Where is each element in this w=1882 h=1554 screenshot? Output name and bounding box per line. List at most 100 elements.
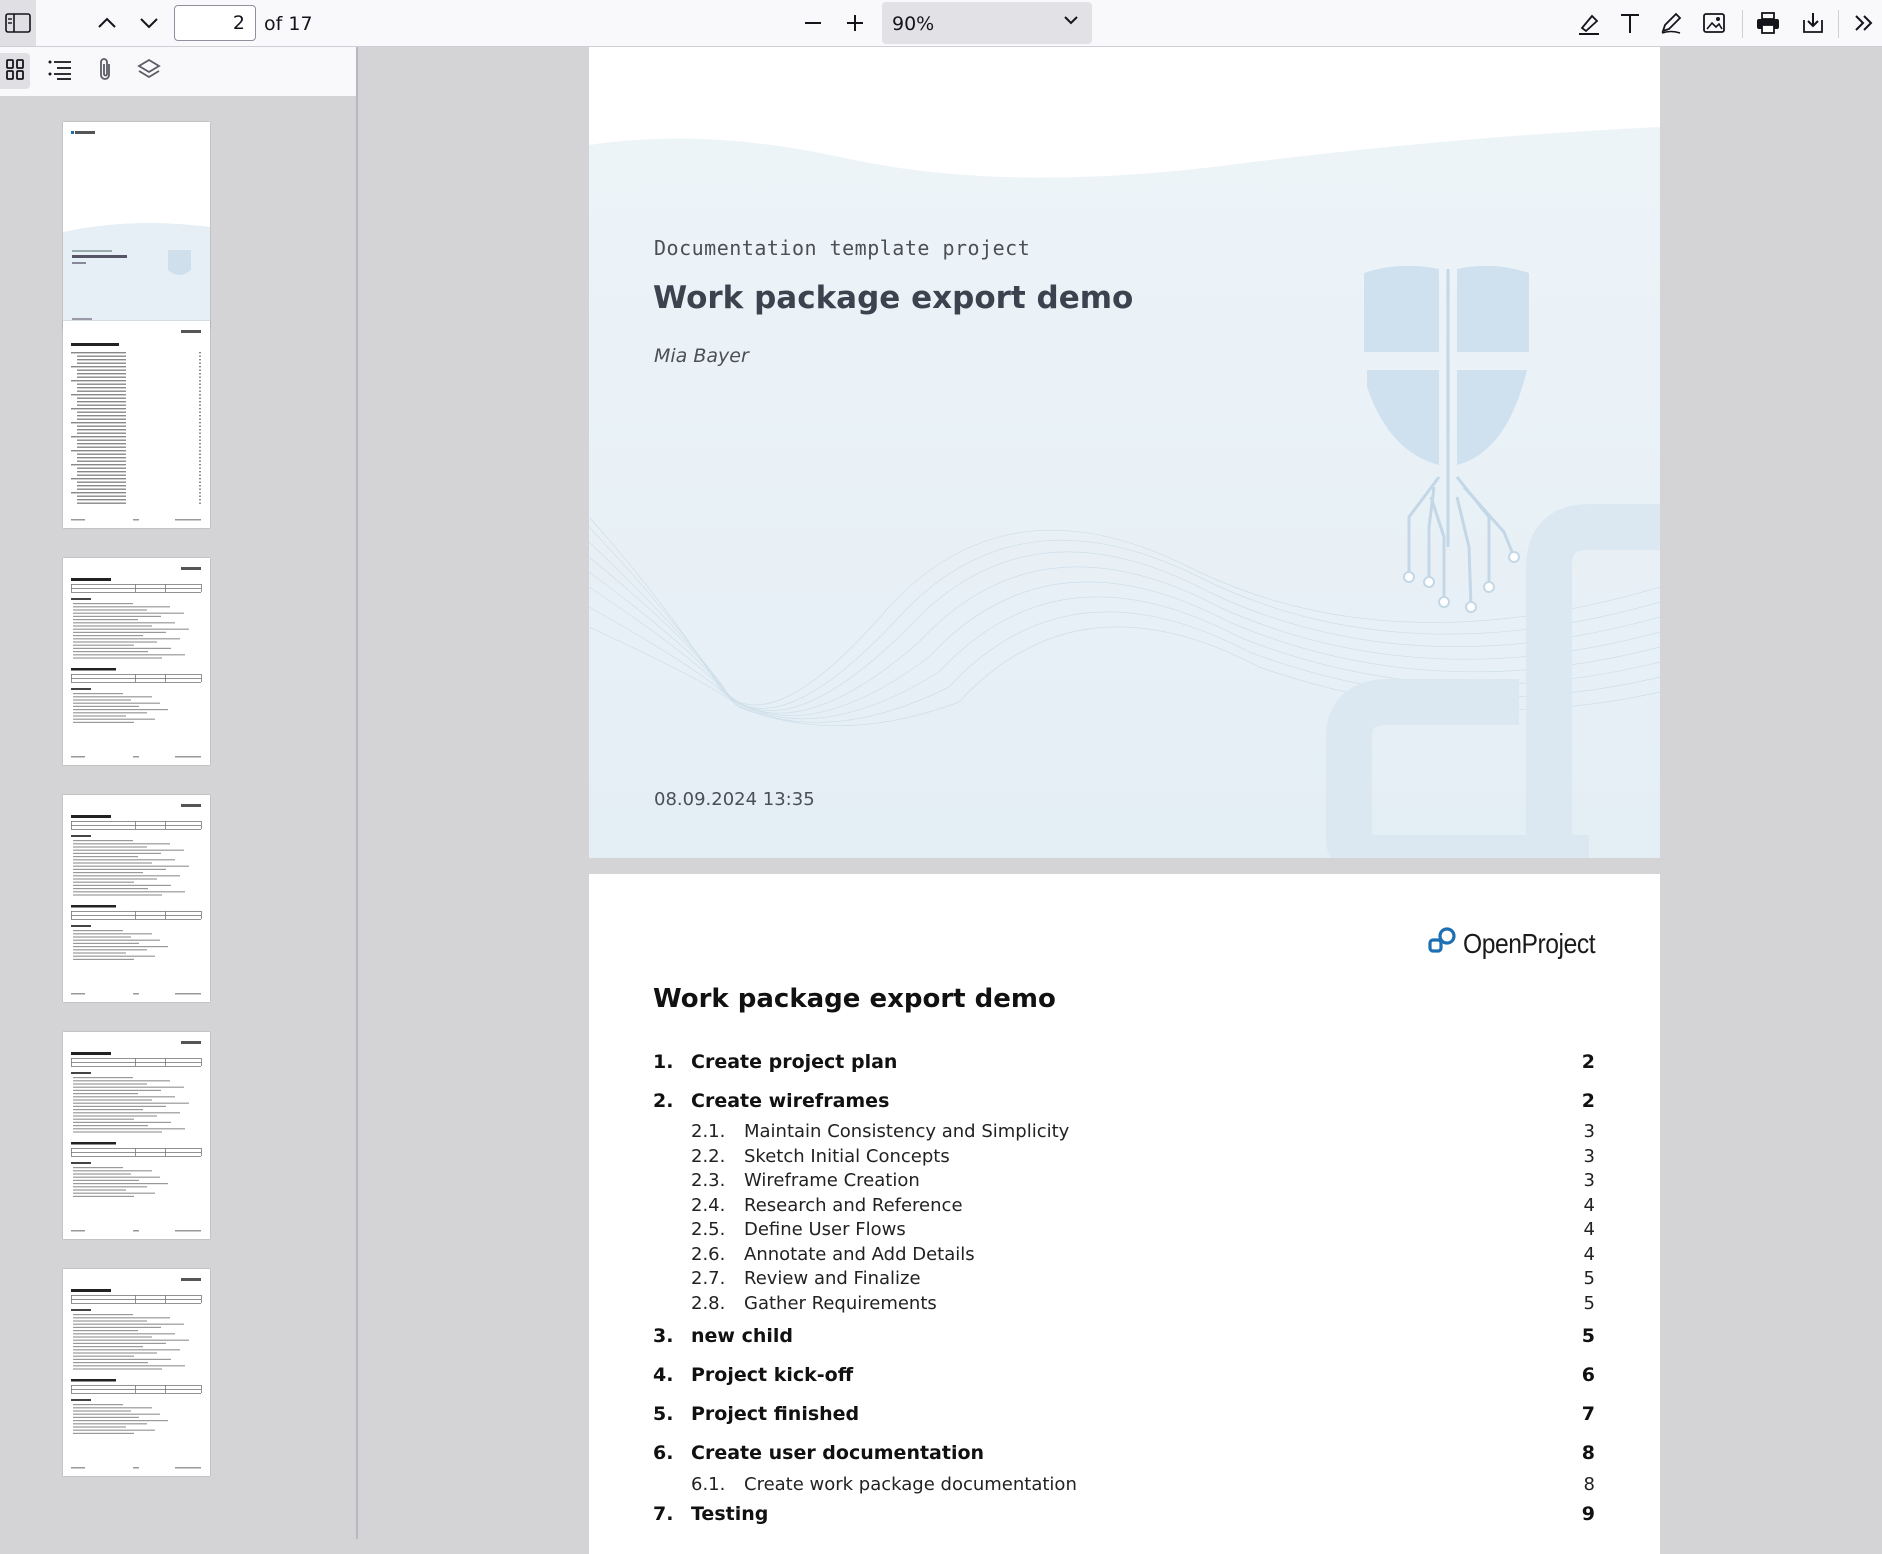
toc-entry-label: Review and Finalize <box>744 1268 921 1289</box>
sidebar-view-tabs <box>0 47 356 97</box>
add-image-button[interactable] <box>1696 5 1732 41</box>
toc-entry-label: Project finished <box>691 1403 860 1425</box>
toc-entry-number: 6. <box>653 1442 674 1464</box>
highlight-button[interactable] <box>1571 5 1607 41</box>
toc-entry-number: 4. <box>653 1364 674 1386</box>
toc-entry-number: 6.1. <box>691 1474 726 1495</box>
toc-entry-number: 2.6. <box>691 1244 726 1265</box>
draw-button[interactable] <box>1653 5 1689 41</box>
toc-entry-number: 2.3. <box>691 1170 726 1191</box>
toc-entry-number: 2.4. <box>691 1195 726 1216</box>
toc-entry-label: Create wireframes <box>691 1090 890 1112</box>
toc-entry-page: 5 <box>1583 1293 1595 1314</box>
toc-entry-page: 3 <box>1583 1146 1595 1167</box>
toc-entry-page: 5 <box>1583 1268 1595 1289</box>
toc-entry[interactable]: 2.1. Maintain Consistency and Simplicity 3 <box>653 1121 1595 1147</box>
logo-text: OpenProject <box>1463 927 1596 959</box>
toc-entry-label: Gather Requirements <box>744 1293 937 1314</box>
toc-entry-page: 4 <box>1583 1195 1595 1216</box>
pdf-page-cover: Documentation template project Work pack… <box>589 47 1660 858</box>
toc-entry-number: 2.7. <box>691 1268 726 1289</box>
toc-entry-page: 8 <box>1581 1442 1595 1464</box>
toc-entry[interactable]: 2.6. Annotate and Add Details 4 <box>653 1244 1595 1270</box>
print-button[interactable] <box>1750 5 1786 41</box>
toc-entry-label: Maintain Consistency and Simplicity <box>744 1121 1070 1142</box>
layers-icon <box>137 58 161 85</box>
cover-title: Work package export demo <box>653 280 1134 316</box>
toc-entry-label: new child <box>691 1325 793 1347</box>
cover-author: Mia Bayer <box>654 345 749 367</box>
toc-entry-label: Define User Flows <box>744 1219 906 1240</box>
previous-page-button[interactable] <box>89 5 125 41</box>
toc-entry[interactable]: 5. Project finished 7 <box>653 1403 1595 1429</box>
toc-entry-number: 2.2. <box>691 1146 726 1167</box>
toc-entry-page: 4 <box>1583 1244 1595 1265</box>
layers-view-button[interactable] <box>132 54 166 88</box>
toc-entry[interactable]: 2.5. Define User Flows 4 <box>653 1219 1595 1245</box>
more-tools-button[interactable] <box>1846 5 1882 41</box>
toc-entry-label: Create user documentation <box>691 1442 985 1464</box>
toc-entry[interactable]: 2. Create wireframes 2 <box>653 1090 1595 1116</box>
toc-entry[interactable]: 3. new child 5 <box>653 1325 1595 1351</box>
zoom-in-button[interactable] <box>837 5 873 41</box>
toc-entry-page: 9 <box>1581 1503 1595 1525</box>
toc-entry-number: 1. <box>653 1051 674 1073</box>
toc-entry-label: Annotate and Add Details <box>744 1244 975 1265</box>
toc-entry-number: 3. <box>653 1325 674 1347</box>
toc-entry[interactable]: 2.7. Review and Finalize 5 <box>653 1268 1595 1294</box>
pen-icon <box>1659 11 1683 35</box>
outline-icon <box>47 58 73 85</box>
chevron-down-icon <box>139 16 159 30</box>
thumbnails-view-button[interactable] <box>0 53 30 89</box>
thumbnail-list <box>0 96 356 1539</box>
page-total-label: of 17 <box>264 13 313 35</box>
chevron-down-icon <box>1062 13 1080 32</box>
toc-entry-label: Sketch Initial Concepts <box>744 1146 950 1167</box>
toc-entry[interactable]: 2.4. Research and Reference 4 <box>653 1195 1595 1221</box>
toc-entry-page: 6 <box>1581 1364 1595 1386</box>
next-page-button[interactable] <box>131 5 167 41</box>
pdf-toolbar: of 17 90% <box>0 0 1882 47</box>
page-number-input[interactable] <box>174 5 256 41</box>
toc-entry[interactable]: 2.8. Gather Requirements 5 <box>653 1293 1595 1319</box>
page-thumbnail[interactable] <box>63 795 210 1002</box>
toc-entry-page: 3 <box>1583 1170 1595 1191</box>
toc-entry[interactable]: 6. Create user documentation 8 <box>653 1442 1595 1468</box>
text-icon <box>1618 11 1642 35</box>
openproject-logo: OpenProject <box>1427 926 1613 961</box>
attachments-view-button[interactable] <box>88 54 122 88</box>
toc-entry-number: 5. <box>653 1403 674 1425</box>
pdf-page-toc: OpenProject Work package export demo 1. C… <box>589 874 1660 1554</box>
sidebar-toggle-icon <box>5 13 31 33</box>
sidebar-toggle-button[interactable] <box>0 0 36 46</box>
toc-entry-page: 3 <box>1583 1121 1595 1142</box>
page-thumbnail[interactable] <box>63 1269 210 1476</box>
toc-entry[interactable]: 4. Project kick-off 6 <box>653 1364 1595 1390</box>
toc-entry[interactable]: 7. Testing 9 <box>653 1503 1595 1529</box>
add-text-button[interactable] <box>1612 5 1648 41</box>
toc-entry[interactable]: 2.3. Wireframe Creation 3 <box>653 1170 1595 1196</box>
toc-title: Work package export demo <box>653 984 1056 1014</box>
toolbar-separator <box>1742 10 1743 38</box>
cover-date: 08.09.2024 13:35 <box>654 789 815 810</box>
page-thumbnail-selected[interactable] <box>63 321 210 528</box>
zoom-select[interactable]: 90% <box>882 2 1092 44</box>
save-button[interactable] <box>1795 5 1831 41</box>
toc-entry-number: 2.1. <box>691 1121 726 1142</box>
outline-view-button[interactable] <box>43 54 77 88</box>
minus-icon <box>803 13 823 33</box>
page-thumbnail[interactable] <box>63 122 210 329</box>
page-thumbnail[interactable] <box>63 1032 210 1239</box>
toolbar-separator <box>1838 10 1839 38</box>
toc-entry-page: 4 <box>1583 1219 1595 1240</box>
toc-entry-page: 5 <box>1581 1325 1595 1347</box>
zoom-value: 90% <box>892 13 935 35</box>
zoom-out-button[interactable] <box>795 5 831 41</box>
double-chevron-right-icon <box>1853 13 1875 33</box>
paperclip-icon <box>96 56 114 87</box>
openproject-logo-icon <box>1427 926 1457 961</box>
toc-entry[interactable]: 6.1. Create work package documentation 8 <box>653 1474 1595 1500</box>
toc-entry[interactable]: 1. Create project plan 2 <box>653 1051 1595 1077</box>
toc-entry[interactable]: 2.2. Sketch Initial Concepts 3 <box>653 1146 1595 1172</box>
page-thumbnail[interactable] <box>63 558 210 765</box>
